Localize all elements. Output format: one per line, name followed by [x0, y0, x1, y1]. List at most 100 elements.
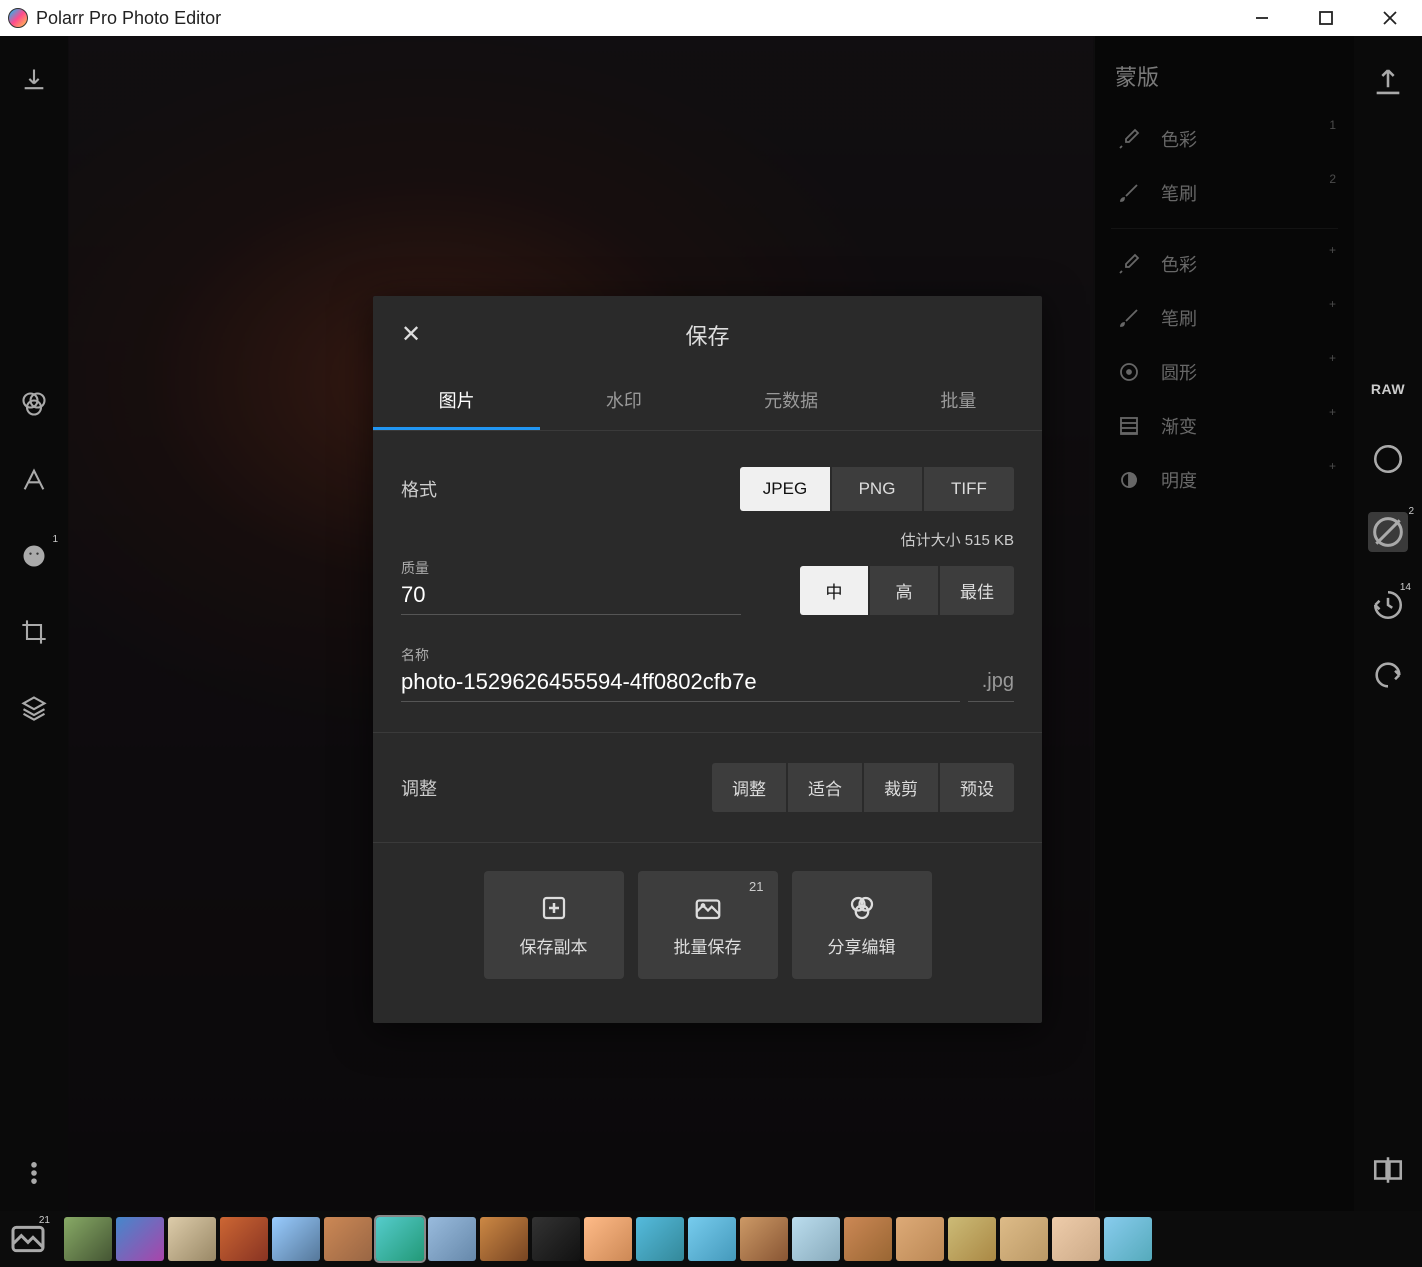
panel-item-label: 笔刷: [1161, 180, 1197, 206]
save-dialog: ✕ 保存 图片 水印 元数据 批量 格式 JPEG PNG TIFF 估计大小 …: [373, 296, 1042, 1023]
batch-save-label: 批量保存: [674, 933, 742, 958]
thumbnail[interactable]: [376, 1217, 424, 1261]
share-edit-label: 分享编辑: [828, 933, 896, 958]
thumbnail[interactable]: [740, 1217, 788, 1261]
thumbnail[interactable]: [428, 1217, 476, 1261]
panel-item-num: +: [1329, 297, 1336, 311]
app-title: Polarr Pro Photo Editor: [36, 8, 221, 29]
import-icon[interactable]: [20, 66, 48, 94]
brightness-icon: [1117, 468, 1141, 492]
undo-icon[interactable]: [1371, 658, 1405, 692]
panel-item-label: 色彩: [1161, 126, 1197, 152]
filters-icon[interactable]: [20, 390, 48, 418]
format-tiff[interactable]: TIFF: [924, 467, 1014, 511]
close-icon[interactable]: ✕: [401, 320, 421, 349]
quality-best[interactable]: 最佳: [940, 566, 1014, 615]
export-icon[interactable]: [1371, 66, 1405, 100]
crop-button[interactable]: 裁剪: [864, 763, 938, 812]
thumbnail[interactable]: [948, 1217, 996, 1261]
circle-icon: [1117, 360, 1141, 384]
crop-icon[interactable]: [20, 618, 48, 646]
quality-mid[interactable]: 中: [800, 566, 868, 615]
panel-item-3[interactable]: 笔刷 +: [1095, 291, 1354, 345]
brush-icon: [1117, 306, 1141, 330]
thumbnail[interactable]: [584, 1217, 632, 1261]
tab-image[interactable]: 图片: [373, 373, 540, 430]
compare-icon[interactable]: [1371, 1153, 1405, 1187]
mask-badge: 2: [1408, 506, 1414, 517]
fit-button[interactable]: 适合: [788, 763, 862, 812]
thumbnail[interactable]: [220, 1217, 268, 1261]
tab-metadata[interactable]: 元数据: [708, 373, 875, 430]
panel-item-num: 1: [1329, 118, 1336, 132]
dialog-title: 保存: [685, 319, 729, 351]
thumbnail[interactable]: [168, 1217, 216, 1261]
close-button[interactable]: [1382, 10, 1398, 26]
name-input[interactable]: [401, 667, 960, 701]
eyedropper-icon: [1117, 127, 1141, 151]
thumbnail[interactable]: [532, 1217, 580, 1261]
format-png[interactable]: PNG: [832, 467, 922, 511]
layers-icon[interactable]: [20, 694, 48, 722]
estimated-size: 估计大小 515 KB: [401, 523, 1014, 554]
maximize-button[interactable]: [1318, 10, 1334, 26]
panel-item-0[interactable]: 色彩 1: [1095, 112, 1354, 166]
thumbnail[interactable]: [1104, 1217, 1152, 1261]
raw-button[interactable]: RAW: [1371, 372, 1405, 406]
minimize-button[interactable]: [1254, 10, 1270, 26]
quality-high[interactable]: 高: [870, 566, 938, 615]
preset-button[interactable]: 预设: [940, 763, 1014, 812]
format-jpeg[interactable]: JPEG: [740, 467, 830, 511]
panel-item-4[interactable]: 圆形 +: [1095, 345, 1354, 399]
save-copy-label: 保存副本: [520, 933, 588, 958]
thumbnail[interactable]: [844, 1217, 892, 1261]
quality-input[interactable]: [401, 580, 741, 614]
file-extension: .jpg: [968, 670, 1014, 702]
thumbnail[interactable]: [272, 1217, 320, 1261]
panel-item-1[interactable]: 笔刷 2: [1095, 166, 1354, 220]
panel-item-label: 色彩: [1161, 251, 1197, 277]
right-toolbar: RAW 2 14: [1354, 36, 1422, 1267]
thumbnail[interactable]: [1052, 1217, 1100, 1261]
panel-item-num: 2: [1329, 172, 1336, 186]
titlebar: Polarr Pro Photo Editor: [0, 0, 1422, 36]
panel-item-6[interactable]: 明度+: [1095, 453, 1354, 507]
batch-save-button[interactable]: 21 批量保存: [638, 871, 778, 979]
gallery-icon[interactable]: 21: [8, 1219, 48, 1259]
eyedropper-icon: [1117, 252, 1141, 276]
brush-icon: [1117, 181, 1141, 205]
thumbnail[interactable]: [896, 1217, 944, 1261]
thumbnail[interactable]: [324, 1217, 372, 1261]
thumbnail[interactable]: [64, 1217, 112, 1261]
face-icon[interactable]: 1: [20, 542, 48, 570]
format-label: 格式: [401, 476, 521, 502]
share-edit-button[interactable]: 分享编辑: [792, 871, 932, 979]
panel-item-2[interactable]: 色彩+: [1095, 237, 1354, 291]
quality-label: 质量: [401, 558, 741, 578]
panel-item-5[interactable]: 渐变+: [1095, 399, 1354, 453]
mask-tool-icon[interactable]: 2: [1368, 512, 1408, 552]
mask-panel: 蒙版 色彩 1 笔刷 2 色彩+ 笔刷 + 圆形 + 渐变+明度+: [1094, 36, 1354, 1267]
thumbnail[interactable]: [480, 1217, 528, 1261]
name-label: 名称: [401, 645, 960, 665]
thumbnail[interactable]: [636, 1217, 684, 1261]
adjust-button[interactable]: 调整: [712, 763, 786, 812]
thumbnail[interactable]: [688, 1217, 736, 1261]
panel-title: 蒙版: [1095, 52, 1354, 112]
tab-watermark[interactable]: 水印: [540, 373, 707, 430]
effects-icon[interactable]: [1371, 442, 1405, 476]
thumbnail[interactable]: [792, 1217, 840, 1261]
app-logo-icon: [8, 8, 28, 28]
panel-item-num: +: [1329, 351, 1336, 365]
thumbnail[interactable]: [1000, 1217, 1048, 1261]
history-icon[interactable]: 14: [1371, 588, 1405, 622]
text-icon[interactable]: [20, 466, 48, 494]
more-icon[interactable]: [20, 1159, 48, 1187]
left-toolbar: 1: [0, 36, 68, 1267]
tab-batch[interactable]: 批量: [875, 373, 1042, 430]
thumbnail[interactable]: [116, 1217, 164, 1261]
save-copy-button[interactable]: 保存副本: [484, 871, 624, 979]
panel-item-label: 笔刷: [1161, 305, 1197, 331]
batch-badge: 21: [749, 879, 763, 894]
panel-item-label: 圆形: [1161, 359, 1197, 385]
